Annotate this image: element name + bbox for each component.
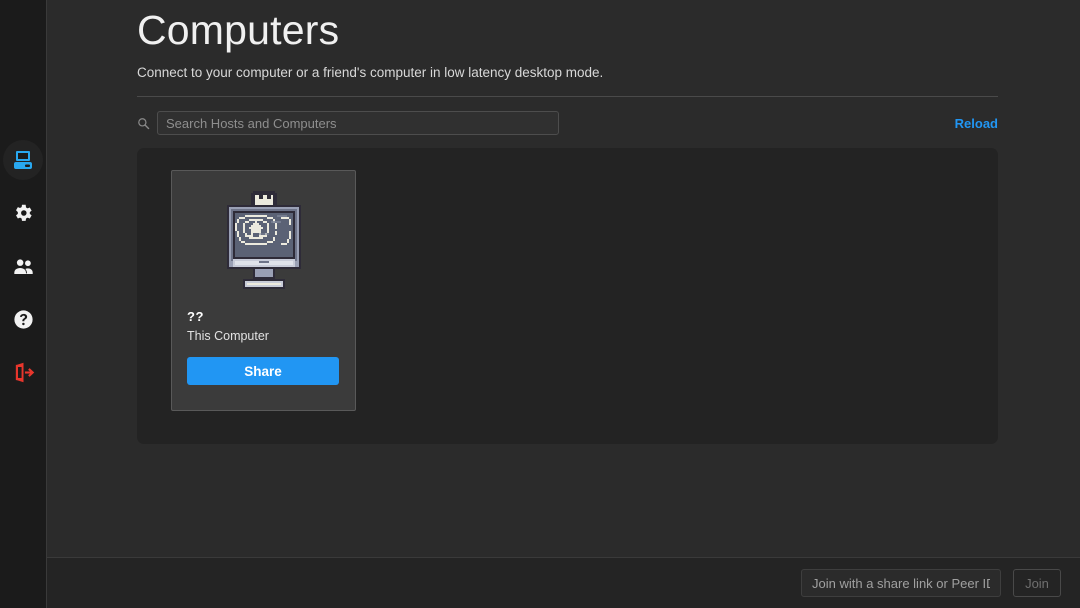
main-area: Computers Connect to your computer or a … [47, 0, 1080, 608]
content-region: Computers Connect to your computer or a … [137, 0, 1016, 557]
reload-button[interactable]: Reload [955, 116, 998, 131]
search-group [137, 111, 559, 135]
computer-name: This Computer [187, 329, 269, 343]
header-divider [137, 96, 998, 97]
join-link-input[interactable] [801, 569, 1001, 597]
people-icon [12, 255, 35, 278]
toolbar: Reload [137, 110, 998, 136]
sidebar-item-logout[interactable] [3, 352, 43, 392]
computer-id: ?? [187, 309, 204, 324]
bottom-bar: Join [47, 557, 1080, 608]
search-icon [137, 117, 150, 130]
app-window: Computers Connect to your computer or a … [0, 0, 1080, 608]
sidebar-item-settings[interactable] [3, 193, 43, 233]
page-title: Computers [137, 7, 340, 53]
gear-icon [12, 202, 34, 224]
search-input[interactable] [157, 111, 559, 135]
computer-icon [10, 147, 36, 173]
share-button[interactable]: Share [187, 357, 339, 385]
computers-panel: ?? This Computer Share [137, 148, 998, 444]
computer-card-art [187, 183, 340, 305]
join-button[interactable]: Join [1013, 569, 1061, 597]
pixel-monitor-crown-home-icon [221, 189, 307, 299]
sidebar [0, 0, 47, 608]
question-circle-icon [12, 308, 35, 331]
sidebar-item-friends[interactable] [3, 246, 43, 286]
sidebar-item-help[interactable] [3, 299, 43, 339]
sidebar-item-computers[interactable] [3, 140, 43, 180]
computer-card[interactable]: ?? This Computer Share [171, 170, 356, 411]
page-subtitle: Connect to your computer or a friend's c… [137, 65, 604, 80]
logout-icon [12, 361, 35, 384]
